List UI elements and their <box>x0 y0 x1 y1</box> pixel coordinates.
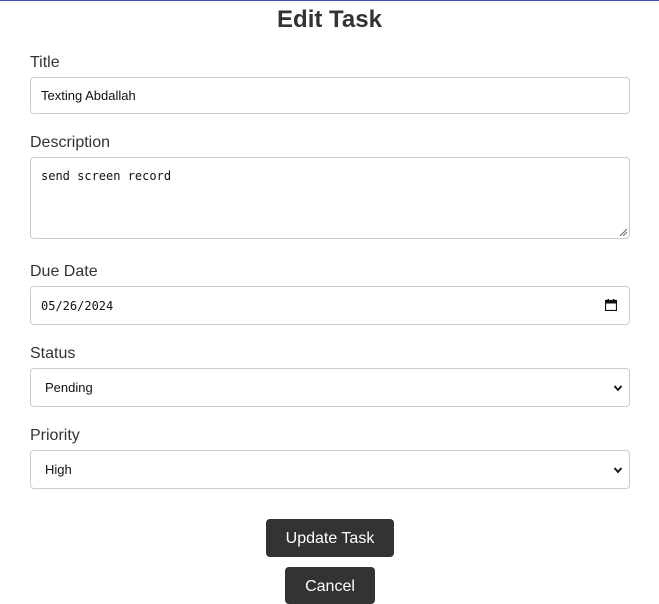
priority-select[interactable]: High <box>30 450 630 489</box>
due-date-value: 05/26/2024 <box>41 299 114 313</box>
due-date-label: Due Date <box>30 263 98 280</box>
status-select[interactable]: Pending <box>30 368 630 407</box>
update-task-button[interactable]: Update Task <box>266 519 394 557</box>
status-label: Status <box>30 345 76 362</box>
priority-label: Priority <box>30 427 80 444</box>
edit-task-page: Edit Task Title Texting Abdallah Descrip… <box>0 0 659 604</box>
due-date-input[interactable]: 05/26/2024 <box>30 286 630 325</box>
cancel-button[interactable]: Cancel <box>285 567 375 604</box>
top-accent-line <box>0 0 659 1</box>
description-textarea-value: send screen record <box>41 169 172 183</box>
chevron-down-icon <box>613 385 623 392</box>
chevron-down-icon <box>613 467 623 474</box>
resize-grip-icon[interactable] <box>619 228 627 236</box>
title-label: Title <box>30 54 60 71</box>
title-input[interactable]: Texting Abdallah <box>30 77 630 114</box>
calendar-icon[interactable] <box>605 299 617 311</box>
description-label: Description <box>30 134 111 151</box>
priority-select-value: High <box>45 462 72 477</box>
page-title: Edit Task <box>277 6 382 33</box>
title-input-value: Texting Abdallah <box>41 88 136 103</box>
description-textarea[interactable]: send screen record <box>30 157 630 239</box>
status-select-value: Pending <box>45 380 93 395</box>
